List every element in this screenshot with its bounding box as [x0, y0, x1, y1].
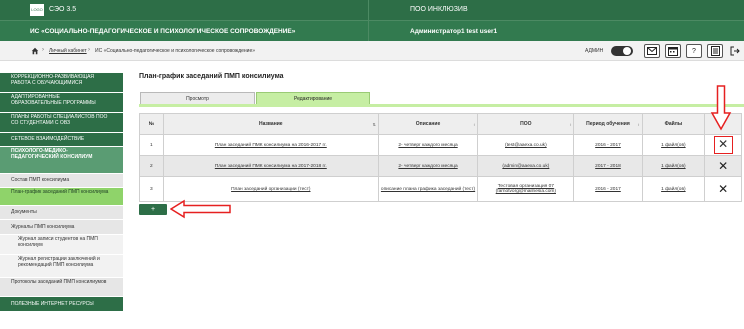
toggle-knob	[623, 47, 631, 55]
sidebar-item-schedule[interactable]: План-график заседаний ПМП консилиума	[0, 188, 123, 205]
annotation-arrow-down-icon	[710, 85, 732, 131]
sidebar-item-journal-registration[interactable]: Журнал записи студентов на ПМП консилиум	[0, 235, 123, 254]
home-icon[interactable]	[31, 47, 39, 55]
row-delete-cell: ✕	[704, 176, 742, 202]
sidebar-item-correction[interactable]: КОРРЕКЦИОННО-РАЗВИВАЮЩАЯ РАБОТА С ОБУЧАЮ…	[0, 73, 123, 92]
table-row: 1 План заседаний ПМК консилиума на 2016-…	[139, 134, 742, 156]
breadcrumb-separator: ›	[42, 47, 44, 53]
system-title: ИС «СОЦИАЛЬНО-ПЕДАГОГИЧЕСКОЕ И ПСИХОЛОГИ…	[30, 28, 296, 35]
sidebar-item-protocols[interactable]: Протоколы заседаний ПМП консилиумов	[0, 278, 123, 296]
sidebar-item-journal-conclusions[interactable]: Журнал регистрации заключений и рекоменд…	[0, 255, 123, 277]
column-header-files: Файлы	[641, 113, 706, 135]
annotation-arrow-left-icon	[170, 199, 231, 219]
row-period-link[interactable]: 2017 - 2018	[573, 155, 643, 177]
admin-toggle[interactable]	[611, 46, 633, 56]
top-bar: LOGO СЭО 3.5 ПОО ИНКЛЮЗИВ	[0, 0, 744, 20]
column-header-poo[interactable]: ПОО ↕	[477, 113, 575, 135]
column-header-period[interactable]: Период обучения ↕	[573, 113, 643, 135]
row-delete-cell: ✕	[704, 155, 742, 177]
row-poo-link[interactable]: Тестовая организация 07 (farnotvorg@mail…	[477, 176, 575, 202]
sort-icon[interactable]: ↕	[569, 122, 571, 127]
user-name[interactable]: Администратор1 test user1	[410, 28, 497, 35]
logout-icon[interactable]	[727, 44, 743, 58]
column-header-number: №	[139, 113, 164, 135]
column-header-name[interactable]: Название ⇅	[162, 113, 379, 135]
add-button[interactable]: +	[139, 204, 167, 215]
row-files-link[interactable]: 1 файл(ов)	[641, 155, 706, 177]
sidebar-item-network[interactable]: СЕТЕВОЕ ВЗАИМОДЕЙСТВИЕ	[0, 133, 123, 146]
row-period-link[interactable]: 2016 - 2017	[573, 176, 643, 202]
logo[interactable]: LOGO	[30, 4, 44, 16]
row-number: 3	[139, 176, 164, 202]
sidebar-item-council[interactable]: ПСИХОЛОГО-МЕДИКО-ПЕДАГОГИЧЕСКИЙ КОНСИЛИУ…	[0, 147, 123, 173]
sidebar-item-documents[interactable]: Документы	[0, 206, 123, 219]
header-divider	[368, 0, 369, 20]
row-name-link[interactable]: План заседаний ПМК консилиума на 2017-20…	[162, 155, 379, 177]
column-header-description[interactable]: Описание ↕	[377, 113, 479, 135]
row-number: 2	[139, 155, 164, 177]
row-poo-link[interactable]: (test@aaexa.co.uk)	[477, 134, 575, 156]
sort-icon[interactable]: ↕	[638, 122, 640, 127]
sidebar-item-council-members[interactable]: Состав ПМП консилиума	[0, 174, 123, 187]
row-description-link[interactable]: 2- четверг каждого месяца	[377, 155, 479, 177]
table-header: № Название ⇅ Описание ↕ ПОО ↕ Период обучен…	[139, 113, 742, 135]
header-divider	[368, 21, 369, 42]
column-header-period-label: Период обучения	[586, 121, 630, 127]
document-icon[interactable]	[707, 44, 723, 58]
admin-label: АДМИН	[585, 47, 604, 54]
breadcrumb-link[interactable]: Личный кабинет	[49, 48, 87, 54]
column-header-description-label: Описание	[415, 121, 441, 127]
column-header-name-label: Название	[258, 121, 283, 127]
calendar-icon[interactable]	[665, 44, 681, 58]
delete-icon[interactable]: ✕	[718, 159, 728, 173]
breadcrumb: › Личный кабинет › ИС «Социально-педагог…	[0, 41, 744, 61]
delete-icon[interactable]: ✕	[718, 182, 728, 196]
column-header-poo-label: ПОО	[520, 121, 532, 127]
row-description-link[interactable]: 2- четверг каждого месяца	[377, 134, 479, 156]
row-poo-link[interactable]: (admin@aaexa.co.uk)	[477, 155, 575, 177]
row-files-link[interactable]: 1 файл(ов)	[641, 134, 706, 156]
tab-underline	[139, 104, 744, 107]
table-row: 2 План заседаний ПМК консилиума на 2017-…	[139, 155, 742, 177]
filter-icon[interactable]: ⇅	[372, 122, 375, 127]
sidebar-item-resources[interactable]: ПОЛЕЗНЫЕ ИНТЕРНЕТ РЕСУРСЫ	[0, 297, 123, 311]
row-name-link[interactable]: План заседаний организации (тест)	[162, 176, 379, 202]
sidebar: КОРРЕКЦИОННО-РАЗВИВАЮЩАЯ РАБОТА С ОБУЧАЮ…	[0, 73, 123, 312]
row-description-link[interactable]: описание плана графика заседаний (тест)	[377, 176, 479, 202]
app-name: СЭО 3.5	[49, 6, 77, 13]
sidebar-item-plans[interactable]: ПЛАНЫ РАБОТЫ СПЕЦИАЛИСТОВ ПОО СО СТУДЕНТ…	[0, 113, 123, 132]
help-icon[interactable]: ?	[686, 44, 702, 58]
schedule-table: № Название ⇅ Описание ↕ ПОО ↕ Период обучен…	[139, 113, 742, 202]
sidebar-item-journals[interactable]: Журналы ПМП консилиума	[0, 220, 123, 234]
sidebar-item-programs[interactable]: АДАПТИРОВАННЫЕ ОБРАЗОВАТЕЛЬНЫЕ ПРОГРАММЫ	[0, 93, 123, 112]
tab-view[interactable]: Просмотр	[140, 92, 255, 104]
mail-icon[interactable]	[644, 44, 660, 58]
breadcrumb-separator: ›	[88, 47, 90, 53]
table-row: 3 План заседаний организации (тест) опис…	[139, 176, 742, 202]
row-name-link[interactable]: План заседаний ПМК консилиума на 2016-20…	[162, 134, 379, 156]
row-delete-cell: ✕	[704, 134, 742, 156]
breadcrumb-current: ИС «Социально-педагогическое и психологи…	[95, 47, 256, 54]
sort-icon[interactable]: ↕	[473, 122, 475, 127]
delete-icon[interactable]: ✕	[713, 136, 733, 154]
row-files-link[interactable]: 1 файл(ов)	[641, 176, 706, 202]
row-number: 1	[139, 134, 164, 156]
organization-title: ПОО ИНКЛЮЗИВ	[410, 6, 468, 13]
row-period-link[interactable]: 2016 - 2017	[573, 134, 643, 156]
page-title: План-график заседаний ПМП консилиума	[139, 73, 284, 80]
system-bar: ИС «СОЦИАЛЬНО-ПЕДАГОГИЧЕСКОЕ И ПСИХОЛОГИ…	[0, 20, 744, 42]
